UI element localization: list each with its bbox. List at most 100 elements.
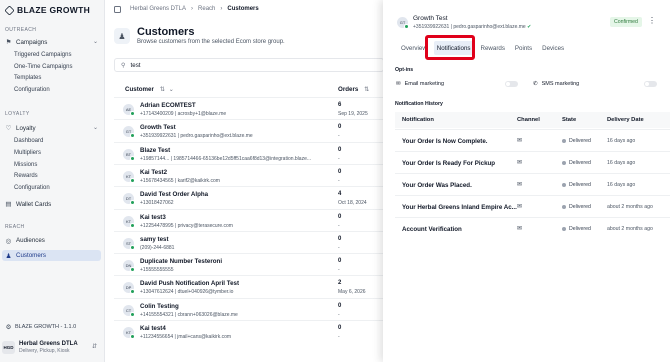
verified-icon [130, 155, 135, 161]
brand-logo-icon [4, 4, 15, 16]
column-header-label: Customer [125, 86, 154, 93]
status-dot [562, 227, 566, 231]
status-dot [562, 161, 566, 165]
table-row[interactable]: GT Growth Test +351939922631 | pedro.gaspa… [114, 119, 384, 142]
users-icon: ♟ [114, 28, 130, 44]
sidebar-item-loyalty[interactable]: ♡ Loyalty ⌄ [5, 123, 100, 133]
customer-contact: +13018427062 [140, 200, 174, 207]
sidebar-item-dashboard[interactable]: Dashboard [14, 138, 43, 144]
store-badge: HGD [2, 340, 15, 354]
order-count: 2 [338, 280, 342, 287]
delivery-state: Delivered [562, 160, 591, 166]
sms-marketing-toggle[interactable] [644, 81, 657, 87]
table-row[interactable]: AE Adrian ECOMTEST +17143400209 | acrosby+… [114, 97, 384, 120]
customer-contact: +351939922631 | pedro.gasparinho@ext.bla… [140, 133, 253, 140]
sidebar-item-audiences[interactable]: ◎ Audiences [2, 235, 101, 246]
customer-name: Kai Test2 [140, 168, 168, 176]
avatar: KT [123, 327, 135, 339]
verified-icon [130, 289, 135, 295]
last-order-date: - [338, 244, 340, 251]
brand[interactable]: BLAZE GROWTH [4, 4, 91, 16]
table-row[interactable]: DN Duplicate Number Testeroni +15555555555… [114, 253, 384, 276]
customer-name: Blaze Test [140, 146, 171, 154]
email-marketing-toggle[interactable] [505, 81, 518, 87]
status-dot [562, 205, 566, 209]
order-count: 0 [338, 302, 342, 309]
table-row[interactable]: DP David Push Notification April Test +130… [114, 275, 384, 298]
table-header: Customer ⇅ ⌄ Orders ⇅ [114, 84, 384, 96]
verified-icon [130, 177, 135, 183]
customer-name: Kai test3 [140, 213, 166, 221]
tab-rewards[interactable]: Rewards [478, 41, 508, 55]
delivery-state: Delivered [562, 182, 591, 188]
last-order-date: Sep 19, 2025 [338, 111, 368, 117]
customer-contact: +15555555555 [140, 267, 174, 274]
sidebar-item-multipliers[interactable]: Multipliers [14, 150, 41, 156]
column-header-customer[interactable]: Customer ⇅ ⌄ [125, 86, 175, 93]
sidebar-item-campaigns-configuration[interactable]: Configuration [14, 87, 50, 93]
sidebar-item-label: Campaigns [16, 38, 48, 46]
state-label: Delivered [569, 160, 591, 166]
order-count: 0 [338, 124, 342, 131]
table-row[interactable]: CT Colin Testing +14155554321 | cbrann+063… [114, 297, 384, 321]
sidebar-item-customers[interactable]: ♟ Customers [2, 250, 101, 261]
sidebar-item-loyalty-configuration[interactable]: Configuration [14, 185, 50, 191]
breadcrumb-store[interactable]: Herbal Greens DTLA [130, 6, 186, 12]
column-header-label: Orders [338, 86, 359, 93]
customer-contact: +14155554321 | cbrann+063026@blaze.me [140, 311, 238, 318]
sidebar-item-one-time-campaigns[interactable]: One-Time Campaigns [14, 64, 72, 70]
app-version: ⚙ BLAZE GROWTH - 1.1.0 [5, 323, 77, 331]
sort-icon[interactable]: ⇅ ⌄ [160, 86, 175, 93]
verified-icon [130, 267, 135, 273]
table-row[interactable]: BT Blaze Test +19857144... | 1985714466-65… [114, 141, 384, 165]
history-row[interactable]: Your Order Is Ready For Pickup ✉ Delivered… [395, 151, 670, 173]
breadcrumb-reach[interactable]: Reach [198, 6, 215, 12]
column-header-delivery-date: Delivery Date [607, 117, 644, 123]
customer-name: Adrian ECOMTEST [140, 102, 196, 109]
sidebar-item-missions[interactable]: Missions [14, 162, 37, 168]
customer-contact: +19857144... | 1985714466-65136be12d5ff5… [140, 155, 312, 162]
sidebar-item-templates[interactable]: Templates [14, 75, 41, 81]
sidebar-item-campaigns[interactable]: ⚑ Campaigns ⌄ [5, 37, 100, 47]
tab-points[interactable]: Points [512, 41, 535, 55]
table-row[interactable]: KT Kai test3 +12254478995 | privacy@terase… [114, 208, 384, 232]
table-row[interactable]: KT Kai test4 +11234556654 | jmail+cans@kai… [114, 320, 384, 343]
notification-title: Your Order Was Placed. [402, 182, 472, 189]
search-input[interactable]: ⚲ test [114, 58, 384, 72]
brand-name: BLAZE GROWTH [17, 5, 91, 15]
last-order-date: - [338, 311, 340, 318]
email-marketing-optin: ✉ Email marketing [396, 81, 444, 87]
customer-contact: +13047612624 | dtuel+040926@tymber.io [140, 289, 234, 296]
history-row[interactable]: Your Order Is Now Complete. ✉ Delivered 16 … [395, 129, 670, 151]
state-label: Delivered [569, 226, 591, 232]
sidebar-toggle-icon[interactable] [114, 5, 121, 13]
sidebar-item-rewards[interactable]: Rewards [14, 173, 38, 179]
avatar: DN [123, 260, 135, 273]
more-options-icon[interactable]: ⋮ [648, 16, 656, 25]
delivery-date: 16 days ago [607, 138, 636, 144]
table-row[interactable]: DT David Test Order Alpha +13018427062 4 Oct… [114, 186, 384, 209]
mail-icon: ✉ [517, 204, 523, 210]
column-header-orders[interactable]: Orders ⇅ [338, 86, 370, 93]
sort-icon[interactable]: ⇅ [364, 86, 370, 93]
wallet-icon: ▤ [5, 201, 12, 208]
tab-devices[interactable]: Devices [539, 41, 567, 55]
page-title: Customers [137, 26, 195, 38]
sidebar-item-wallet-cards[interactable]: ▤ Wallet Cards [5, 199, 100, 209]
email-marketing-label: Email marketing [404, 81, 445, 87]
column-header-channel: Channel [517, 117, 540, 123]
history-row[interactable]: Your Order Was Placed. ✉ Delivered 16 days … [395, 173, 670, 195]
verified-icon [130, 311, 135, 317]
delivery-date: about 2 months ago [607, 204, 653, 210]
table-row[interactable]: KT Kai Test2 +15678434565 | karif2@kaikirk… [114, 163, 384, 187]
customer-contact: +15678434565 | karif2@kaikirk.com [140, 177, 220, 184]
gear-icon: ⚙ [5, 324, 12, 331]
section-loyalty: LOYALTY [5, 111, 30, 117]
avatar: GT [123, 126, 135, 139]
optins-title: Opt-ins [395, 67, 414, 73]
history-row[interactable]: Your Herbal Greens Inland Empire Ac... ✉ D… [395, 195, 670, 217]
history-row[interactable]: Account Verification ✉ Delivered about 2 mo… [395, 217, 670, 239]
store-switcher[interactable]: HGD Herbal Greens DTLA Delivery, Pickup,… [2, 336, 101, 358]
table-row[interactable]: ST samy test (209)-244-6881 0 - [114, 230, 384, 254]
sidebar-item-triggered-campaigns[interactable]: Triggered Campaigns [14, 52, 71, 58]
